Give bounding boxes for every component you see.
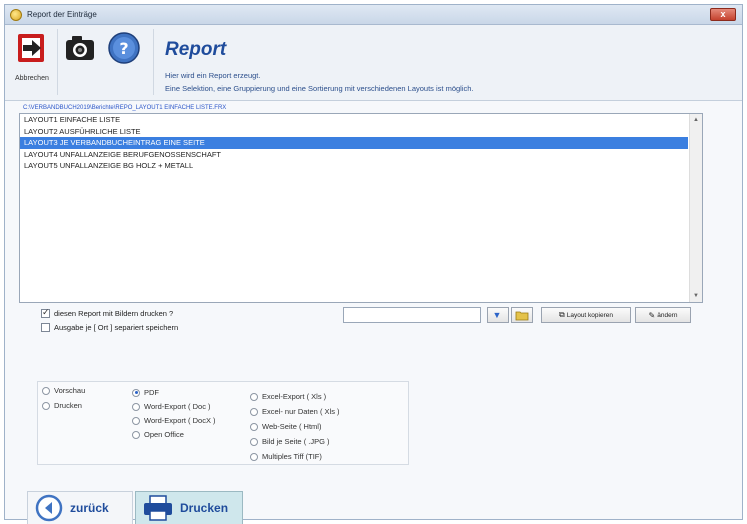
help-button[interactable]: ? <box>107 31 141 65</box>
layout-file-path: C:\VERBANDBUCH2019\Berichte\REPO_LAYOUT1… <box>23 105 227 111</box>
output-options-panel: Vorschau Drucken PDF Word-Export ( Doc )… <box>37 381 409 465</box>
list-item[interactable]: LAYOUT2 AUSFÜHRLICHE LISTE <box>20 126 702 138</box>
exit-icon <box>18 34 44 62</box>
print-images-option[interactable]: diesen Report mit Bildern drucken ? <box>41 307 174 318</box>
radio-jpg-per-page[interactable]: Bild je Seite ( .JPG ) <box>250 437 330 446</box>
list-item[interactable]: LAYOUT4 UNFALLANZEIGE BERUFGENOSSENSCHAF… <box>20 149 702 161</box>
app-icon <box>10 9 22 21</box>
exit-caption: Abbrechen <box>15 75 49 82</box>
radio-excel-export[interactable]: Excel-Export ( Xls ) <box>250 392 326 401</box>
exit-button[interactable] <box>15 31 49 65</box>
filter-icon: ▼ <box>492 310 502 320</box>
radio-dot[interactable] <box>250 437 258 446</box>
radio-label: Excel-Export ( Xls ) <box>262 392 327 401</box>
scroll-down-icon[interactable]: ▼ <box>690 290 702 302</box>
scroll-up-icon[interactable]: ▲ <box>690 114 702 126</box>
list-item-selected[interactable]: LAYOUT3 JE VERBANDBUCHEINTRAG EINE SEITE <box>20 137 688 149</box>
radio-dot[interactable] <box>132 402 140 411</box>
close-button[interactable]: x <box>710 8 736 21</box>
title-bar: Report der Einträge x <box>5 5 742 25</box>
separate-output-option[interactable]: Ausgabe je [ Ort ] separiert speichern <box>41 323 178 332</box>
radio-dot[interactable] <box>42 386 50 395</box>
radio-pdf[interactable]: PDF <box>132 388 159 397</box>
radio-open-office[interactable]: Open Office <box>132 430 184 439</box>
copy-layout-label: Layout kopieren <box>566 311 613 319</box>
edit-icon: ✎ <box>648 310 656 320</box>
description-line-2: Eine Selektion, eine Gruppierung und ein… <box>165 84 474 93</box>
toolbar-separator <box>153 29 154 95</box>
copy-icon: ⧉ <box>559 310 565 319</box>
radio-label: Drucken <box>54 401 82 410</box>
radio-label: PDF <box>144 388 159 397</box>
report-window: Report der Einträge x Abbrechen ? Report… <box>4 4 743 524</box>
back-arrow-icon <box>35 494 63 522</box>
radio-label: Bild je Seite ( .JPG ) <box>262 437 330 446</box>
radio-print[interactable]: Drucken <box>42 401 82 410</box>
print-images-label: diesen Report mit Bildern drucken ? <box>54 309 174 318</box>
copy-layout-button[interactable]: ⧉ Layout kopieren <box>541 307 631 323</box>
edit-layout-button[interactable]: ✎ ändern <box>635 307 691 323</box>
window-title: Report der Einträge <box>27 10 97 19</box>
back-button[interactable]: zurück <box>27 491 133 524</box>
radio-word-docx[interactable]: Word-Export ( DocX ) <box>132 416 216 425</box>
filter-button[interactable]: ▼ <box>487 307 509 323</box>
print-button[interactable]: Drucken <box>135 491 243 524</box>
radio-label: Word-Export ( DocX ) <box>144 416 216 425</box>
layout-list[interactable]: LAYOUT1 EINFACHE LISTE LAYOUT2 AUSFÜHRLI… <box>19 113 703 303</box>
radio-dot-selected[interactable] <box>132 388 140 397</box>
radio-label: Vorschau <box>54 386 86 395</box>
radio-label: Multiples Tiff (TIF) <box>262 452 322 461</box>
print-label: Drucken <box>180 501 229 515</box>
open-folder-button[interactable] <box>511 307 533 323</box>
layout-name-input[interactable] <box>343 307 481 323</box>
edit-layout-label: ändern <box>657 311 678 319</box>
radio-word-doc[interactable]: Word-Export ( Doc ) <box>132 402 211 411</box>
header-panel: Abbrechen ? Report Hier wird ein Report … <box>5 25 742 101</box>
print-images-checkbox[interactable] <box>41 307 50 318</box>
printer-icon <box>144 495 172 521</box>
list-item[interactable]: LAYOUT5 UNFALLANZEIGE BG HOLZ + METALL <box>20 160 702 172</box>
description-line-1: Hier wird ein Report erzeugt. <box>165 71 261 80</box>
separate-output-checkbox[interactable] <box>41 323 50 332</box>
radio-dot[interactable] <box>132 430 140 439</box>
list-item[interactable]: LAYOUT1 EINFACHE LISTE <box>20 114 702 126</box>
radio-preview[interactable]: Vorschau <box>42 386 85 395</box>
radio-label: Word-Export ( Doc ) <box>144 402 211 411</box>
list-scrollbar[interactable]: ▲ ▼ <box>689 114 702 302</box>
back-label: zurück <box>70 501 109 515</box>
radio-label: Web-Seite ( Html) <box>262 422 322 431</box>
radio-web-page[interactable]: Web-Seite ( Html) <box>250 422 321 431</box>
radio-label: Excel- nur Daten ( Xls ) <box>262 407 340 416</box>
camera-button[interactable] <box>63 31 97 65</box>
radio-dot[interactable] <box>250 407 258 416</box>
radio-dot[interactable] <box>250 422 258 431</box>
radio-dot[interactable] <box>250 392 258 401</box>
page-title: Report <box>165 39 227 60</box>
folder-icon <box>515 311 529 320</box>
radio-dot[interactable] <box>42 401 50 410</box>
help-icon: ? <box>108 32 140 64</box>
camera-icon <box>66 36 94 60</box>
radio-dot[interactable] <box>132 416 140 425</box>
radio-dot[interactable] <box>250 452 258 461</box>
radio-multipage-tif[interactable]: Multiples Tiff (TIF) <box>250 452 322 461</box>
radio-excel-data[interactable]: Excel- nur Daten ( Xls ) <box>250 407 340 416</box>
svg-text:?: ? <box>119 39 128 58</box>
toolbar-separator <box>57 29 58 95</box>
radio-label: Open Office <box>144 430 184 439</box>
separate-output-label: Ausgabe je [ Ort ] separiert speichern <box>54 323 179 332</box>
